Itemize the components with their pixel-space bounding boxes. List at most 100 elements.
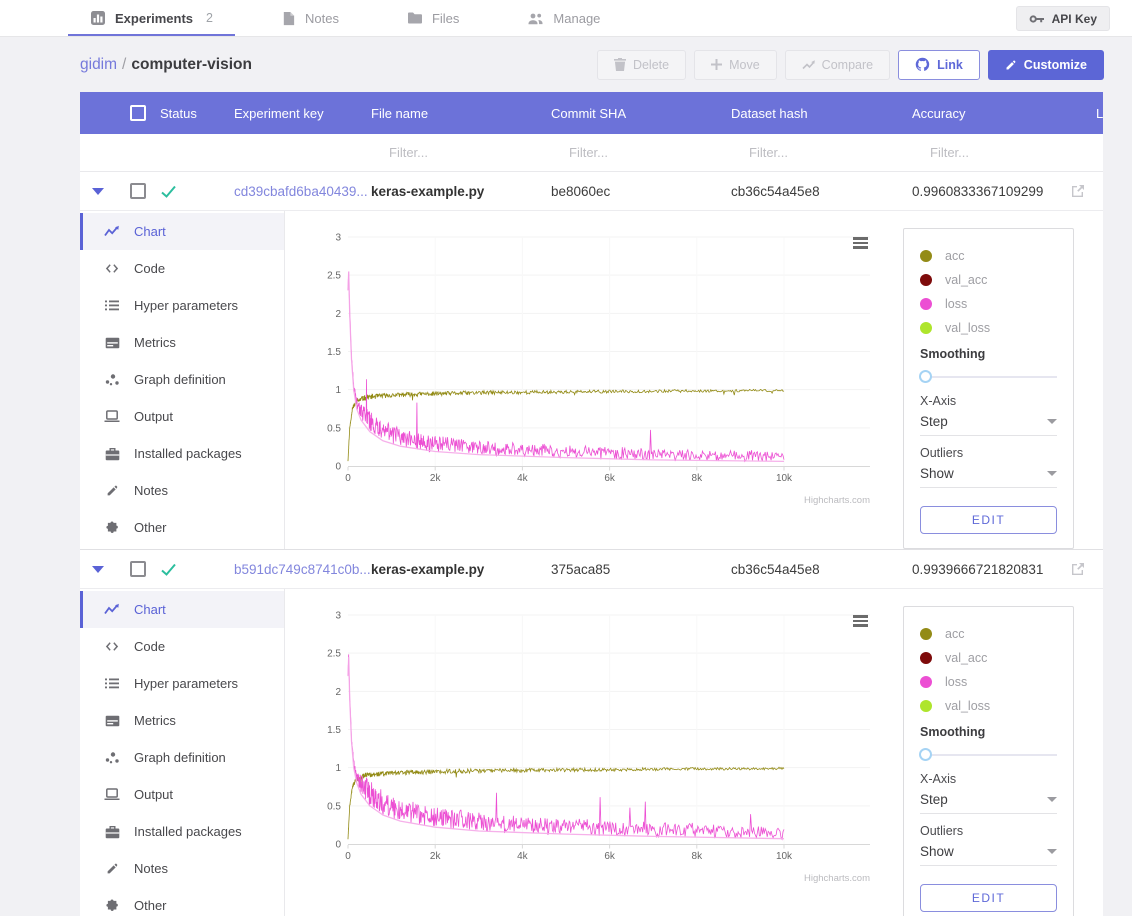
experiment-key-link[interactable]: b591dc749c8741c0b... <box>234 562 371 577</box>
sidebar-item-code[interactable]: Code <box>80 250 284 287</box>
delete-button[interactable]: Delete <box>597 50 686 80</box>
open-experiment-icon[interactable] <box>1070 183 1086 199</box>
sidebar-item-graph-definition[interactable]: Graph definition <box>80 361 284 398</box>
compare-icon <box>802 59 815 70</box>
plus-icon <box>711 59 722 70</box>
series-color-dot <box>920 628 932 640</box>
x-axis-select[interactable]: Step <box>920 786 1057 814</box>
legend-item-val_loss[interactable]: val_loss <box>920 321 1057 335</box>
table-header-row: Status Experiment key File name Commit S… <box>80 92 1103 134</box>
compare-button[interactable]: Compare <box>785 50 890 80</box>
collapse-row-caret[interactable] <box>92 188 104 195</box>
select-all-checkbox[interactable] <box>130 105 146 121</box>
experiment-key-link[interactable]: cd39cbafd6ba40439... <box>234 184 368 199</box>
collapse-row-caret[interactable] <box>92 566 104 573</box>
move-label: Move <box>729 58 760 72</box>
chart-menu-icon[interactable] <box>853 237 868 251</box>
sidebar-item-output[interactable]: Output <box>80 776 284 813</box>
commit-sha-filter-input[interactable] <box>551 145 713 160</box>
clipped-filter-input[interactable] <box>1096 145 1103 160</box>
detail-sidebar: ChartCodeHyper parameters Metrics Graph de… <box>80 211 285 549</box>
file-name-filter-input[interactable] <box>371 145 533 160</box>
tab-files[interactable]: Files <box>385 0 481 36</box>
api-key-button[interactable]: API Key <box>1016 6 1110 31</box>
column-header-experiment-key[interactable]: Experiment key <box>234 106 371 121</box>
column-header-dataset-hash[interactable]: Dataset hash <box>731 106 912 121</box>
project-header: gidim/computer-vision Delete Move Compar… <box>0 37 1132 92</box>
sidebar-item-graph-definition[interactable]: Graph definition <box>80 739 284 776</box>
header-actions: Delete Move Compare Link Customize <box>597 50 1104 80</box>
column-header-accuracy[interactable]: Accuracy <box>912 106 1060 121</box>
customize-button[interactable]: Customize <box>988 50 1104 80</box>
outliers-select[interactable]: Show <box>920 460 1057 488</box>
smoothing-slider <box>920 748 1057 762</box>
row-checkbox[interactable] <box>130 183 146 199</box>
tab-notes[interactable]: Notes <box>259 0 361 36</box>
link-button[interactable]: Link <box>898 50 980 80</box>
chevron-down-icon <box>1047 849 1057 854</box>
slider-track[interactable] <box>920 376 1057 378</box>
sidebar-item-output[interactable]: Output <box>80 398 284 435</box>
series-color-dot <box>920 676 932 688</box>
tab-experiments[interactable]: Experiments 2 <box>68 0 235 36</box>
puzzle-icon <box>104 899 120 913</box>
breadcrumb-owner-link[interactable]: gidim <box>80 56 117 73</box>
chart-menu-icon[interactable] <box>853 615 868 629</box>
series-color-dot <box>920 322 932 334</box>
sidebar-item-chart[interactable]: Chart <box>80 591 284 628</box>
metrics-icon <box>104 715 120 727</box>
experiment-row: b591dc749c8741c0b... keras-example.py 37… <box>80 550 1103 589</box>
legend-item-acc[interactable]: acc <box>920 249 1057 263</box>
edit-button[interactable]: EDIT <box>920 884 1057 912</box>
outliers-value: Show <box>920 844 954 859</box>
sidebar-item-other[interactable]: Other <box>80 509 284 546</box>
sidebar-item-notes[interactable]: Notes <box>80 472 284 509</box>
pencil-icon <box>104 862 120 875</box>
column-header-status[interactable]: Status <box>160 106 234 121</box>
experiment-detail-panel: ChartCodeHyper parameters Metrics Graph de… <box>80 211 1103 550</box>
legend-item-loss[interactable]: loss <box>920 675 1057 689</box>
slider-handle[interactable] <box>919 370 932 383</box>
column-header-clipped[interactable]: L <box>1096 106 1103 121</box>
legend-item-val_acc[interactable]: val_acc <box>920 651 1057 665</box>
slider-track[interactable] <box>920 754 1057 756</box>
column-header-commit-sha[interactable]: Commit SHA <box>551 106 731 121</box>
move-button[interactable]: Move <box>694 50 777 80</box>
sidebar-item-chart[interactable]: Chart <box>80 213 284 250</box>
briefcase-icon <box>104 825 120 839</box>
sidebar-item-installed-packages[interactable]: Installed packages <box>80 435 284 472</box>
sidebar-item-notes[interactable]: Notes <box>80 850 284 887</box>
y-axis-label: 2.5 <box>327 271 341 282</box>
chart-controls-panel: accval_acclossval_loss Smoothing X-Axis … <box>903 228 1074 549</box>
y-axis-label: 2.5 <box>327 649 341 660</box>
tab-manage[interactable]: Manage <box>505 0 622 36</box>
legend-item-loss[interactable]: loss <box>920 297 1057 311</box>
scatter-icon <box>104 373 120 386</box>
sidebar-item-hyper-parameters[interactable]: Hyper parameters <box>80 287 284 324</box>
open-experiment-icon[interactable] <box>1070 561 1086 577</box>
legend-item-val_acc[interactable]: val_acc <box>920 273 1057 287</box>
legend-item-val_loss[interactable]: val_loss <box>920 699 1057 713</box>
sidebar-item-code[interactable]: Code <box>80 628 284 665</box>
accuracy-filter-input[interactable] <box>912 145 1045 160</box>
sidebar-item-metrics[interactable]: Metrics <box>80 324 284 361</box>
experiments-count-badge: 2 <box>206 11 213 25</box>
x-axis-label: 6k <box>604 851 616 862</box>
x-axis-select[interactable]: Step <box>920 408 1057 436</box>
x-axis-label: 0 <box>345 851 351 862</box>
sidebar-item-installed-packages[interactable]: Installed packages <box>80 813 284 850</box>
sidebar-item-hyper-parameters[interactable]: Hyper parameters <box>80 665 284 702</box>
sidebar-item-label: Metrics <box>134 335 176 350</box>
link-label: Link <box>937 58 963 72</box>
outliers-select[interactable]: Show <box>920 838 1057 866</box>
edit-button[interactable]: EDIT <box>920 506 1057 534</box>
column-header-file-name[interactable]: File name <box>371 106 551 121</box>
slider-handle[interactable] <box>919 748 932 761</box>
row-checkbox[interactable] <box>130 561 146 577</box>
sidebar-item-metrics[interactable]: Metrics <box>80 702 284 739</box>
legend-item-acc[interactable]: acc <box>920 627 1057 641</box>
dataset-hash-filter-input[interactable] <box>731 145 894 160</box>
sidebar-item-other[interactable]: Other <box>80 887 284 916</box>
metrics-chart: 00.511.522.5302k4k6k8k10k <box>285 593 895 893</box>
sidebar-item-label: Metrics <box>134 713 176 728</box>
